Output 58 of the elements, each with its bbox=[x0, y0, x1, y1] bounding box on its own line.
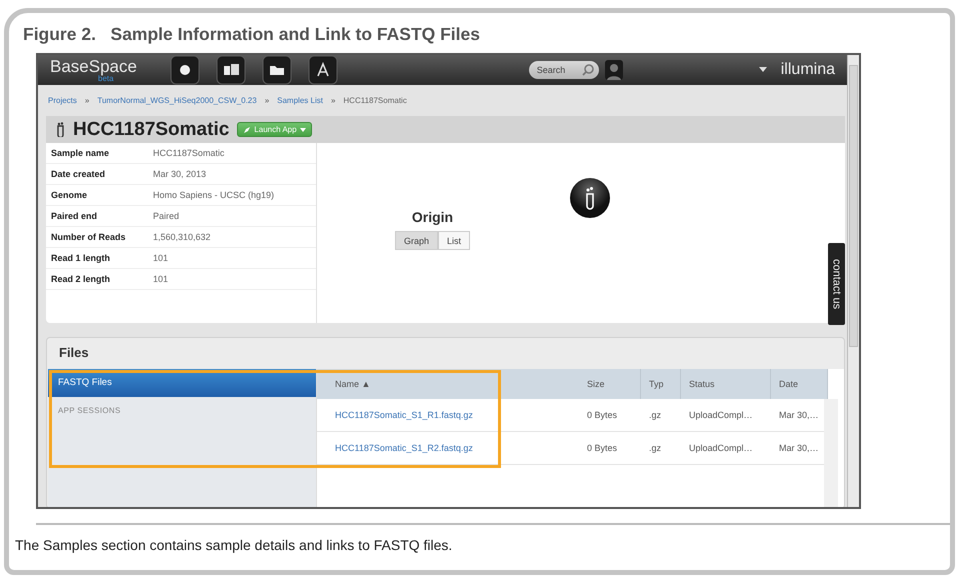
column-header[interactable]: Name ▲ bbox=[317, 369, 579, 399]
app-logo[interactable]: BaseSpace bbox=[50, 58, 160, 74]
column-header[interactable]: Date bbox=[771, 369, 828, 399]
detail-value: Paired bbox=[153, 211, 180, 221]
detail-value: 101 bbox=[153, 253, 168, 263]
detail-value: 101 bbox=[153, 274, 168, 284]
figure-caption: The Samples section contains sample details and links to FASTQ files. bbox=[15, 537, 454, 553]
table-cell: 0 Bytes bbox=[579, 432, 641, 465]
section-title: Files bbox=[58, 344, 90, 362]
table-cell: UploadCompl… bbox=[681, 399, 771, 432]
tube-icon bbox=[56, 122, 65, 137]
cards-icon[interactable] bbox=[216, 55, 246, 85]
detail-label: Date created bbox=[51, 169, 106, 179]
column-header[interactable]: Status bbox=[681, 369, 771, 399]
caret-icon[interactable] bbox=[758, 67, 767, 73]
brand-logo: illumina bbox=[780, 61, 835, 79]
page-scrollbar[interactable] bbox=[847, 55, 859, 507]
table-cell: 0 Bytes bbox=[579, 399, 641, 432]
figure-title: Figure 2. Sample Information and Link to FASTQ Files bbox=[23, 24, 481, 45]
detail-value: Mar 30, 2013 bbox=[153, 169, 206, 179]
detail-label: Paired end bbox=[51, 211, 98, 221]
breadcrumb-separator: » bbox=[264, 96, 270, 104]
search-icon[interactable] bbox=[580, 63, 595, 77]
detail-label: Genome bbox=[51, 190, 88, 200]
detail-label: Number of Reads bbox=[51, 232, 127, 242]
detail-value: 1,560,310,632 bbox=[153, 232, 211, 242]
sample-title: HCC1187Somatic bbox=[73, 118, 230, 140]
launch-app-button[interactable]: Launch App bbox=[237, 122, 312, 137]
origin-title: Origin bbox=[412, 209, 454, 225]
tube-badge-icon bbox=[569, 177, 611, 219]
breadcrumb-link[interactable]: Samples List bbox=[277, 96, 323, 104]
detail-label: Read 2 length bbox=[51, 274, 112, 284]
user-avatar-icon[interactable] bbox=[604, 60, 623, 80]
apps-icon[interactable] bbox=[308, 55, 338, 85]
view-toggle[interactable]: Graph bbox=[395, 231, 438, 250]
detail-value: Homo Sapiens - UCSC (hg19) bbox=[153, 190, 274, 200]
file-category-tab[interactable]: APP SESSIONS bbox=[48, 397, 316, 425]
search-field[interactable]: Search bbox=[528, 61, 599, 79]
detail-label: Sample name bbox=[51, 148, 110, 158]
file-link[interactable]: HCC1187Somatic_S1_R1.fastq.gz bbox=[335, 410, 473, 420]
detail-label: Read 1 length bbox=[51, 253, 112, 263]
breadcrumb-current: HCC1187Somatic bbox=[343, 96, 407, 104]
contact-us-tab[interactable]: contact us bbox=[828, 243, 845, 325]
breadcrumb-link[interactable]: Projects bbox=[48, 96, 77, 104]
file-link[interactable]: HCC1187Somatic_S1_R2.fastq.gz bbox=[335, 443, 473, 453]
beta-label: beta bbox=[98, 74, 114, 82]
caret-icon bbox=[300, 128, 306, 132]
table-cell: .gz bbox=[641, 399, 681, 432]
breadcrumb-separator: » bbox=[330, 96, 336, 104]
breadcrumb-link[interactable]: TumorNormal_WGS_HiSeq2000_CSW_0.23 bbox=[97, 96, 257, 104]
breadcrumb-separator: » bbox=[84, 96, 90, 104]
folder-icon[interactable] bbox=[262, 55, 292, 85]
column-header[interactable]: Typ bbox=[641, 369, 681, 399]
detail-value: HCC1187Somatic bbox=[153, 148, 224, 158]
column-header[interactable]: Size bbox=[579, 369, 641, 399]
view-toggle[interactable]: List bbox=[438, 231, 470, 250]
table-cell: .gz bbox=[641, 432, 681, 465]
table-cell: UploadCompl… bbox=[681, 432, 771, 465]
